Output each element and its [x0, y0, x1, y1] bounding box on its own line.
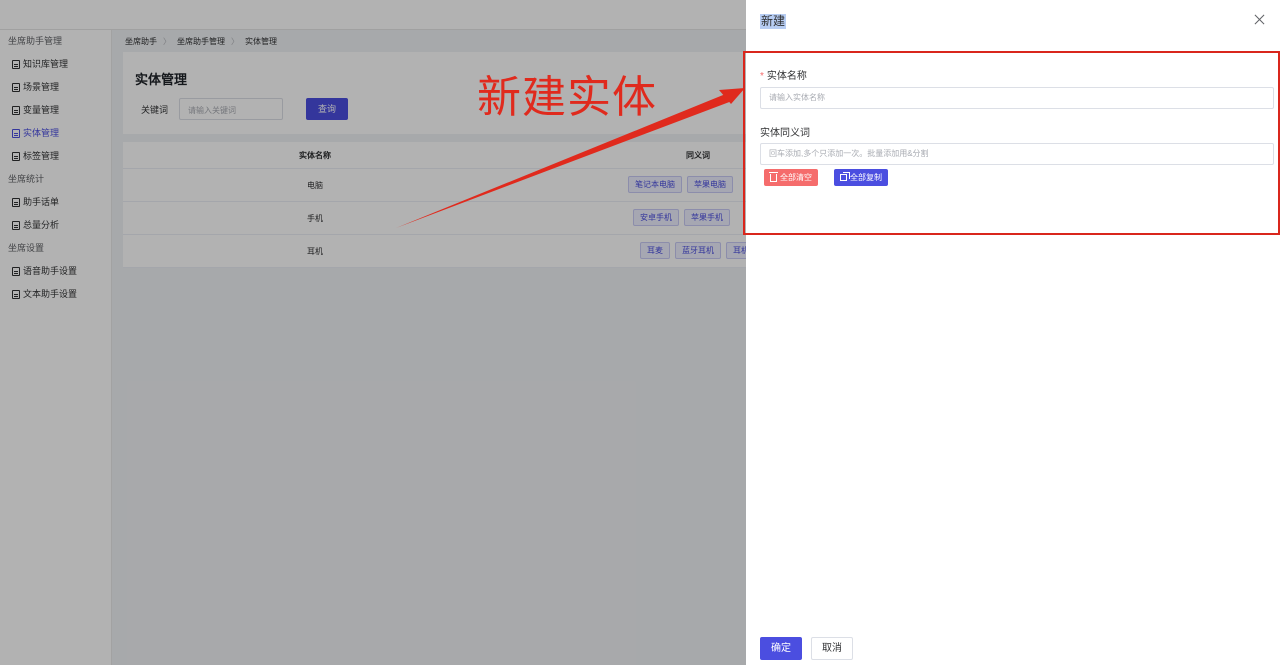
clear-all-button[interactable]: 全部清空	[764, 169, 818, 186]
confirm-button[interactable]: 确定	[760, 637, 802, 660]
entity-name-label: * 实体名称	[760, 67, 807, 82]
entity-name-label-text: 实体名称	[766, 71, 807, 82]
entity-synonym-input[interactable]: 回车添加,多个只添加一次。批量添加用&分割	[760, 143, 1274, 165]
copy-all-label: 全部复制	[850, 173, 882, 182]
copy-all-button[interactable]: 全部复制	[834, 169, 888, 186]
annotation-arrow-shaft	[396, 93, 732, 228]
entity-synonym-label: 实体同义词	[760, 128, 810, 139]
trash-icon	[769, 171, 778, 182]
copy-icon	[840, 172, 850, 181]
drawer-title: 新建	[760, 14, 787, 29]
required-mark: *	[760, 71, 764, 82]
clear-all-label: 全部清空	[780, 173, 812, 182]
close-icon[interactable]	[1252, 12, 1268, 28]
entity-name-input[interactable]: 请输入实体名称	[760, 87, 1274, 109]
cancel-button[interactable]: 取消	[811, 637, 853, 660]
